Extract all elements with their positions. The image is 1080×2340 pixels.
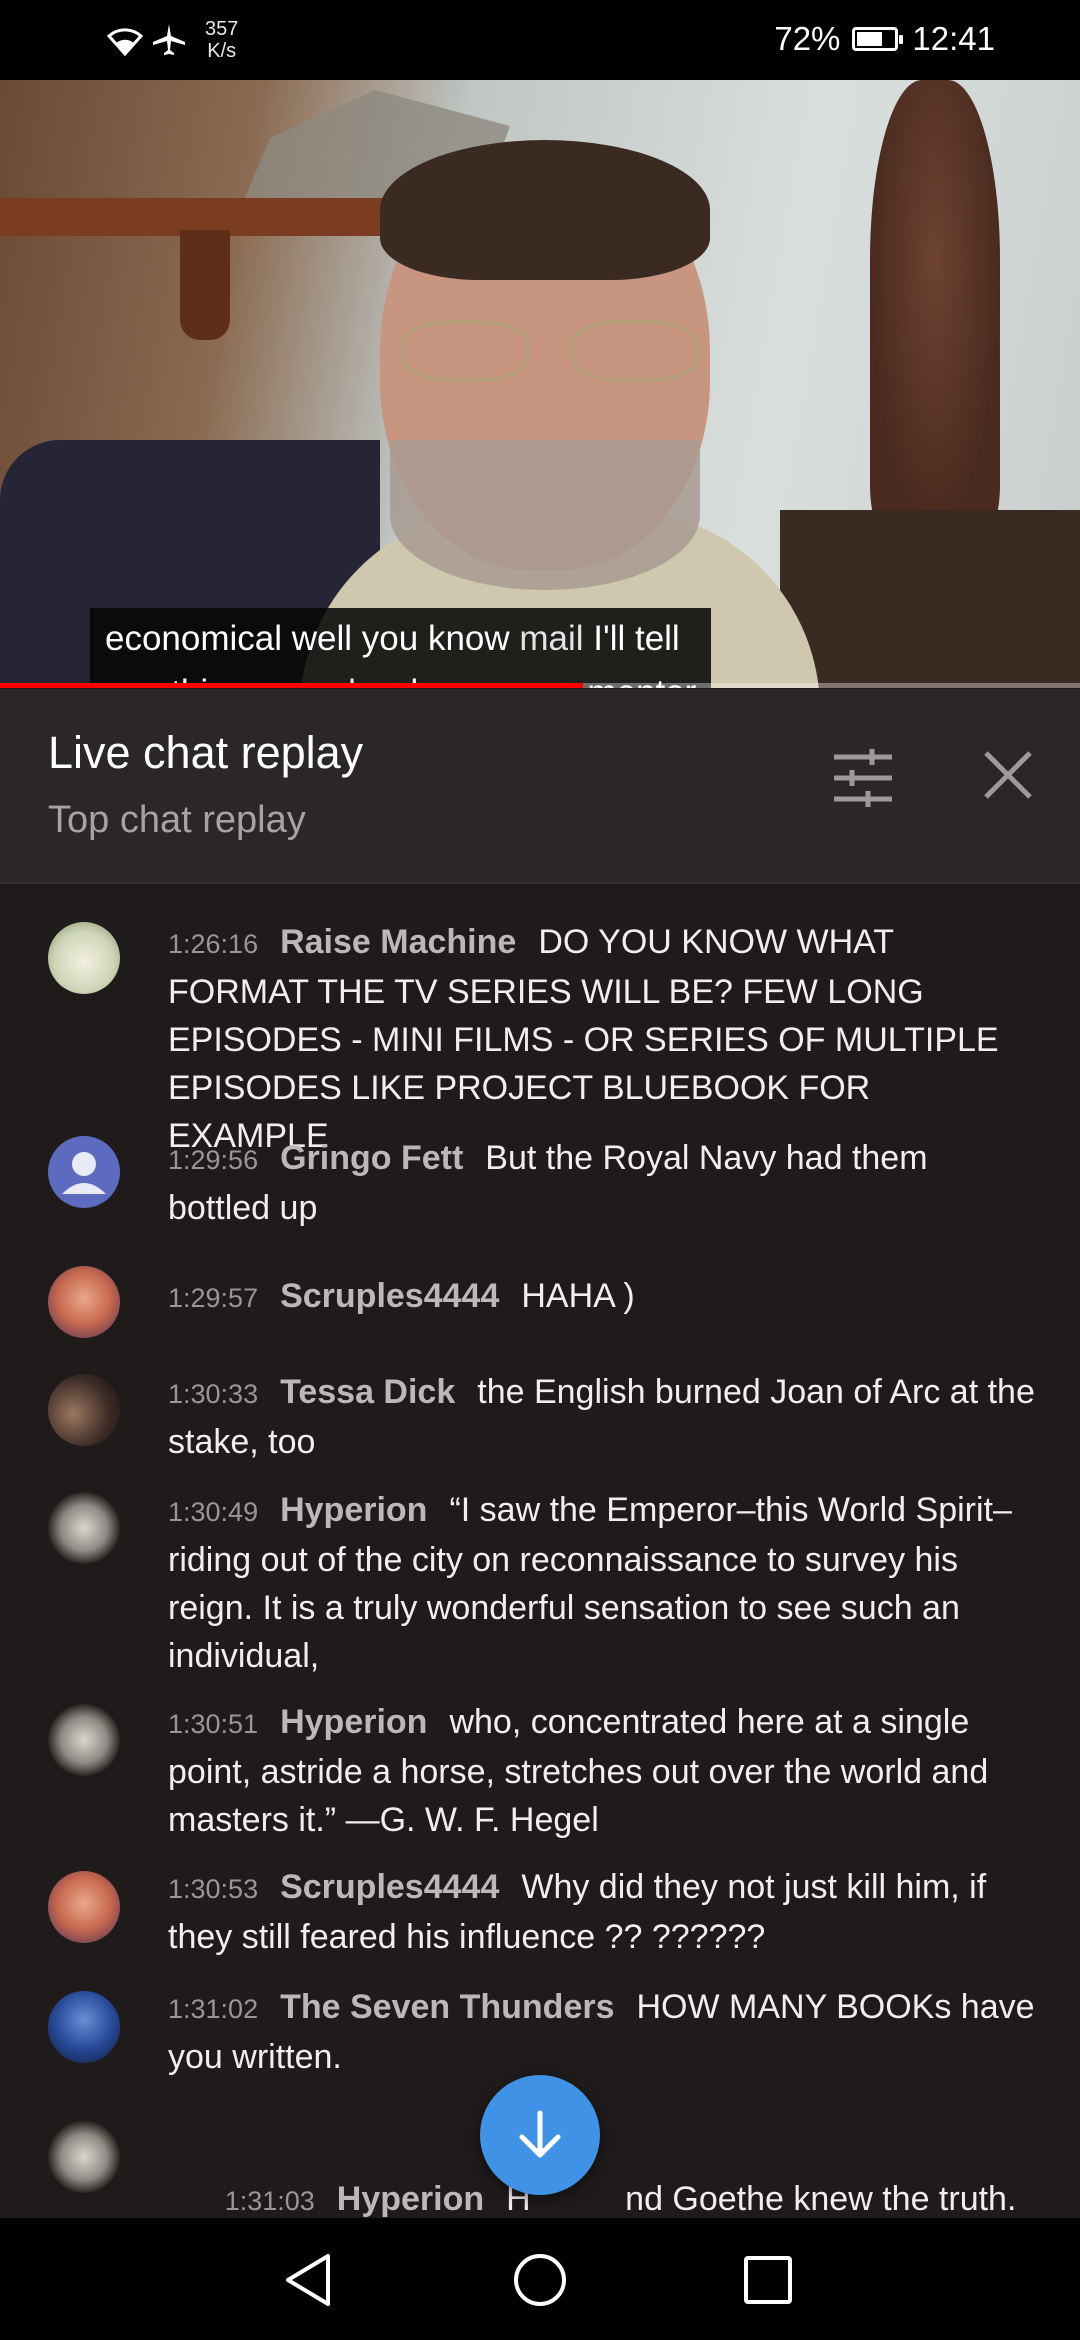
message-author[interactable]: Gringo Fett xyxy=(280,1139,463,1177)
live-chat-title: Live chat replay xyxy=(48,727,364,778)
clock: 12:41 xyxy=(912,20,995,57)
wifi-icon xyxy=(106,28,144,56)
chat-message-text: 1:29:57 Scruples4444 HAHA ) xyxy=(168,1272,1038,1322)
message-timestamp: 1:26:16 xyxy=(168,929,259,959)
live-chat-header: Live chat replay Top chat replay xyxy=(0,689,1080,884)
chat-mode-selector[interactable]: Top chat replay xyxy=(48,799,306,842)
chat-message-text: 1:31:03 Hyperion H nd Goethe knew the trut… xyxy=(168,2127,1038,2218)
video-progress-fill xyxy=(0,683,584,688)
hyperion-avatar[interactable] xyxy=(48,2121,120,2193)
message-timestamp: 1:30:33 xyxy=(168,1379,259,1409)
network-speed: 357 K/s xyxy=(205,18,238,62)
video-progress-bar[interactable] xyxy=(0,683,1080,688)
status-bar: 357 K/s 72% 12:41 xyxy=(0,0,1080,80)
message-body: H nd Goethe knew the truth. xyxy=(506,2180,1017,2218)
raise-machine-avatar[interactable] xyxy=(48,922,120,994)
video-frame-person-hair xyxy=(380,140,710,280)
message-author[interactable]: The Seven Thunders xyxy=(280,1988,614,2026)
chat-message-text: 1:30:53 Scruples4444 Why did they not just… xyxy=(168,1863,1038,1961)
status-right: 72% 12:41 xyxy=(774,20,995,58)
message-author[interactable]: Raise Machine xyxy=(280,923,516,961)
video-frame-beard xyxy=(390,440,700,590)
message-author[interactable]: Hyperion xyxy=(337,2180,484,2218)
message-author[interactable]: Hyperion xyxy=(280,1491,427,1529)
chat-message-text: 1:26:16 Raise Machine DO YOU KNOW WHAT FOR… xyxy=(168,918,1038,1160)
chat-message-list[interactable]: 1:26:16 Raise Machine DO YOU KNOW WHAT FOR… xyxy=(0,884,1080,2218)
network-speed-unit: K/s xyxy=(207,40,237,62)
chat-message-text: 1:30:51 Hyperion who, concentrated here at… xyxy=(168,1698,1038,1844)
message-author[interactable]: Tessa Dick xyxy=(280,1373,455,1411)
message-timestamp: 1:30:49 xyxy=(168,1497,259,1527)
airplane-icon xyxy=(153,24,185,55)
message-timestamp: 1:29:57 xyxy=(168,1283,259,1313)
video-frame-table xyxy=(780,510,1080,688)
arrow-down-icon xyxy=(519,2110,561,2158)
message-timestamp: 1:31:03 xyxy=(224,2186,315,2216)
recents-icon[interactable] xyxy=(738,2250,798,2310)
video-player[interactable]: economical well you know mail I'll tell … xyxy=(0,80,1080,688)
scruples-avatar[interactable] xyxy=(48,1266,120,1338)
battery-icon xyxy=(852,27,904,51)
video-frame-glasses xyxy=(400,320,720,390)
video-frame-statue xyxy=(870,80,1000,530)
chat-message-text: 1:29:56 Gringo Fett But the Royal Navy had… xyxy=(168,1134,1038,1232)
message-timestamp: 1:30:53 xyxy=(168,1874,259,1904)
closed-caption: economical well you know mail I'll tell … xyxy=(90,608,712,688)
message-timestamp: 1:29:56 xyxy=(168,1145,259,1175)
system-navigation-bar xyxy=(0,2218,1080,2340)
chat-message-text: 1:31:02 The Seven Thunders HOW MANY BOOKs … xyxy=(168,1983,1038,2081)
home-icon[interactable] xyxy=(510,2250,570,2310)
filter-icon[interactable] xyxy=(832,749,894,807)
status-left: 357 K/s xyxy=(105,18,238,62)
hyperion-avatar[interactable] xyxy=(48,1492,120,1564)
message-author[interactable]: Scruples4444 xyxy=(280,1277,499,1315)
person-icon xyxy=(62,1152,106,1194)
chat-message-text: 1:30:33 Tessa Dick the English burned Joan… xyxy=(168,1368,1038,1466)
hyperion-avatar[interactable] xyxy=(48,1704,120,1776)
message-author[interactable]: Scruples4444 xyxy=(280,1868,499,1906)
scruples-avatar[interactable] xyxy=(48,1871,120,1943)
message-author[interactable]: Hyperion xyxy=(280,1703,427,1741)
close-icon[interactable] xyxy=(982,749,1034,801)
network-speed-value: 357 xyxy=(205,18,239,40)
message-timestamp: 1:30:51 xyxy=(168,1709,259,1739)
video-frame-shelf-bracket xyxy=(180,230,230,340)
seven-thunders-avatar[interactable] xyxy=(48,1991,120,2063)
scroll-to-latest-button[interactable] xyxy=(480,2075,600,2195)
tessa-dick-avatar[interactable] xyxy=(48,1374,120,1446)
default-user-avatar[interactable] xyxy=(48,1136,120,1208)
chat-message-text: 1:30:49 Hyperion “I saw the Emperor–this W… xyxy=(168,1486,1038,1680)
message-body: HAHA ) xyxy=(521,1277,635,1315)
message-timestamp: 1:31:02 xyxy=(168,1994,259,2024)
back-icon[interactable] xyxy=(280,2250,340,2310)
battery-percent: 72% xyxy=(774,20,841,57)
battery-fill xyxy=(857,32,883,46)
caption-line-1: economical well you know mail I'll tell xyxy=(105,619,680,658)
